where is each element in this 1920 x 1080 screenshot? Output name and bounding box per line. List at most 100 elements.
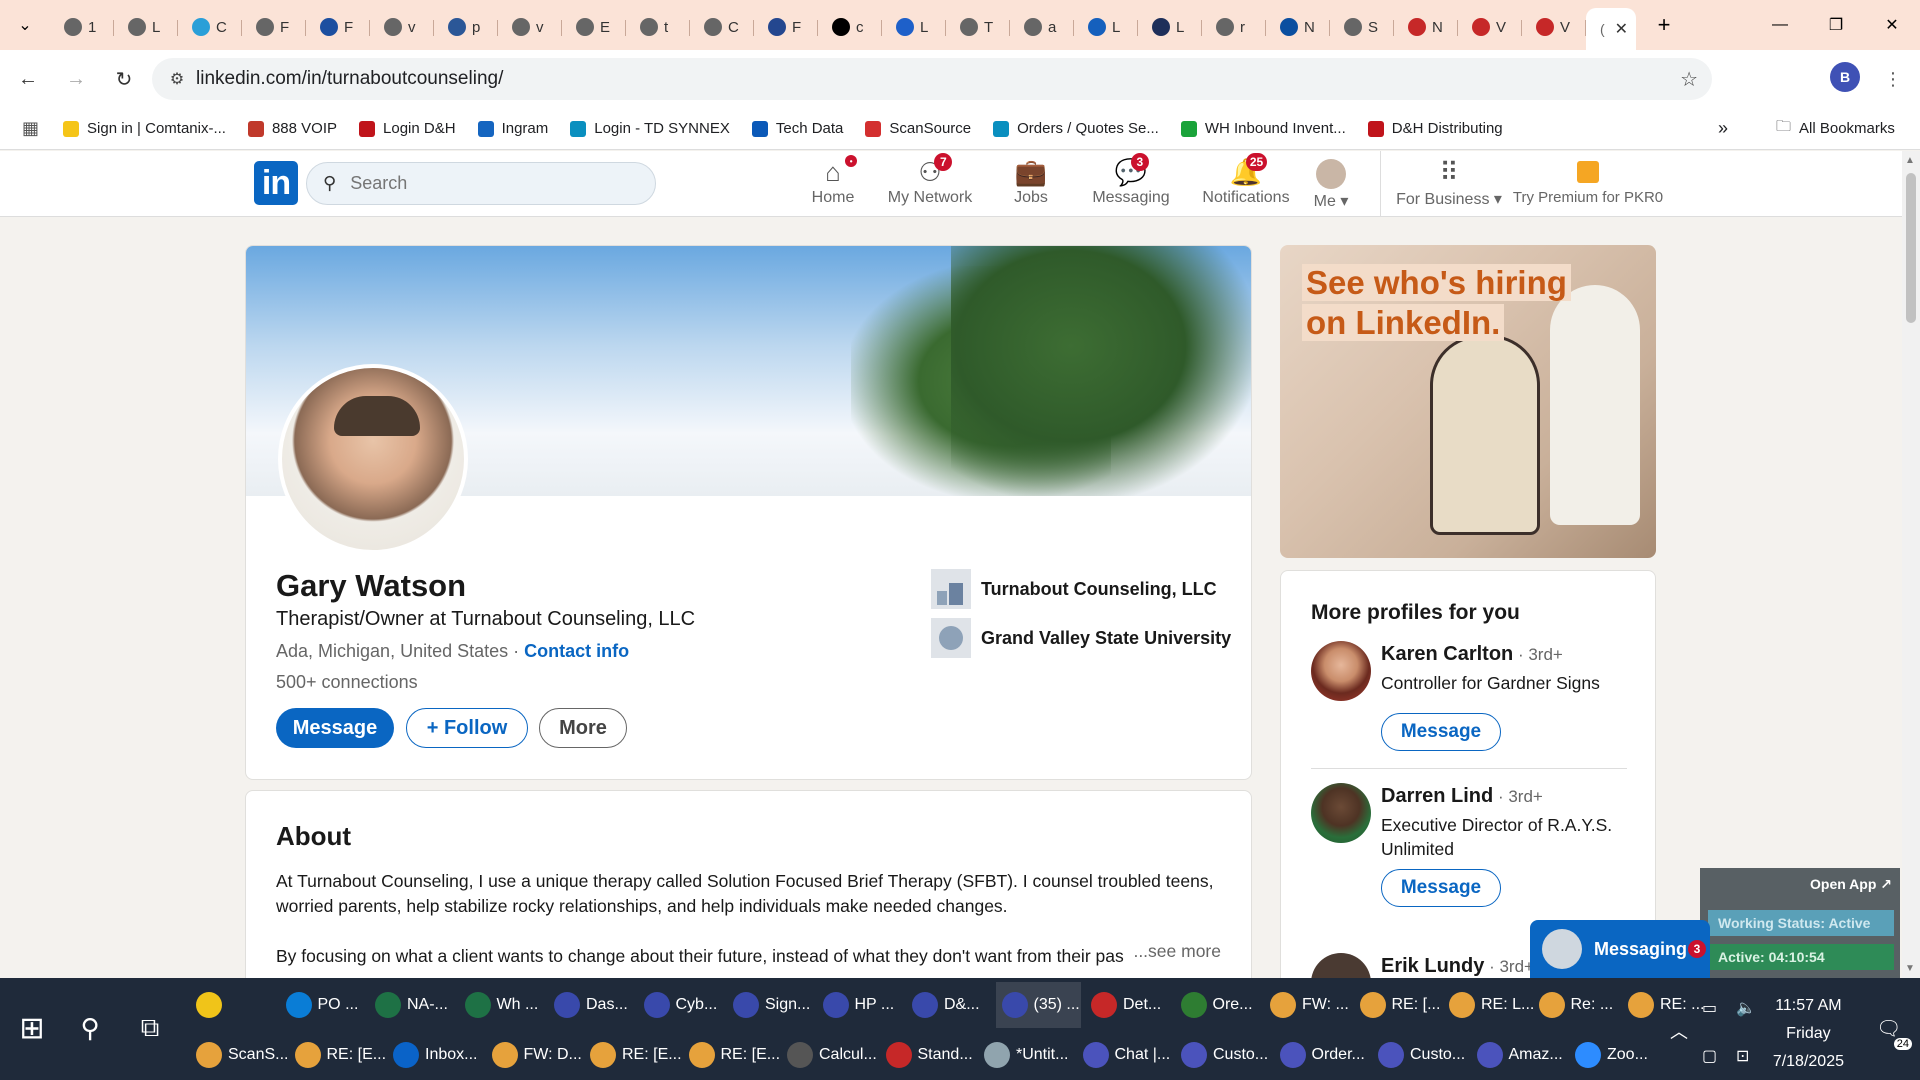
browser-tab[interactable]: V: [1522, 10, 1586, 44]
browser-tab[interactable]: L: [1138, 10, 1202, 44]
bookmark-item[interactable]: Login - TD SYNNEX: [570, 120, 730, 137]
omnibox[interactable]: ⚙ linkedin.com/in/turnaboutcounseling/ ☆: [152, 58, 1712, 100]
browser-tab[interactable]: E: [562, 10, 626, 44]
taskbar-app[interactable]: Zoo...: [1569, 1032, 1664, 1078]
taskbar-app[interactable]: *Untit...: [978, 1032, 1073, 1078]
suggestion-name[interactable]: Darren Lind: [1381, 785, 1493, 807]
new-tab-button[interactable]: +: [1644, 12, 1684, 38]
bookmark-item[interactable]: ScanSource: [865, 120, 971, 137]
browser-tab[interactable]: a: [1010, 10, 1074, 44]
hiring-ad-banner[interactable]: See who's hiring on LinkedIn.: [1280, 245, 1656, 558]
nav-my-network[interactable]: ⚇ 7 My Network: [880, 153, 980, 213]
close-tab-icon[interactable]: ✕: [1615, 19, 1628, 39]
nav-premium[interactable]: Try Premium for PKR0: [1512, 157, 1664, 213]
maximize-button[interactable]: ❐: [1808, 0, 1864, 50]
browser-tab[interactable]: V: [1458, 10, 1522, 44]
scroll-up-arrow[interactable]: ▲: [1905, 155, 1915, 166]
taskbar-app[interactable]: Chat |...: [1077, 1032, 1172, 1078]
browser-tab[interactable]: N: [1394, 10, 1458, 44]
suggestion-message-button[interactable]: Message: [1381, 869, 1501, 907]
more-button[interactable]: More: [539, 708, 627, 748]
taskbar-app[interactable]: NA-...: [369, 982, 455, 1028]
taskbar-app[interactable]: HP ...: [817, 982, 903, 1028]
task-view-icon[interactable]: ⧉: [130, 1008, 170, 1048]
taskbar-app[interactable]: Das...: [548, 982, 634, 1028]
browser-tab[interactable]: F: [306, 10, 370, 44]
taskbar-app[interactable]: Order...: [1274, 1032, 1369, 1078]
browser-tab[interactable]: p: [434, 10, 498, 44]
follow-button[interactable]: + Follow: [406, 708, 528, 748]
messaging-overlay-bar[interactable]: Messaging 3: [1530, 920, 1710, 978]
all-bookmarks-folder[interactable]: 🗀 All Bookmarks: [1776, 116, 1895, 141]
taskbar-app[interactable]: D&...: [906, 982, 992, 1028]
nav-notifications[interactable]: 🔔 25 Notifications: [1186, 153, 1306, 213]
open-app-link[interactable]: Open App ↗: [1810, 876, 1892, 893]
taskbar-app[interactable]: RE: [E...: [584, 1032, 682, 1078]
close-window-button[interactable]: ✕: [1864, 0, 1920, 50]
browser-tab[interactable]: F: [754, 10, 818, 44]
bookmark-item[interactable]: WH Inbound Invent...: [1180, 120, 1346, 137]
search-input[interactable]: [350, 173, 611, 194]
taskbar-app[interactable]: Ore...: [1175, 982, 1261, 1028]
current-company[interactable]: Turnabout Counseling, LLC: [931, 569, 1217, 609]
show-hidden-icons[interactable]: ︿: [1670, 1018, 1688, 1044]
forward-button[interactable]: →: [56, 59, 96, 99]
nav-for-business[interactable]: ⠿ For Business ▾: [1394, 157, 1504, 213]
back-button[interactable]: ←: [8, 59, 48, 99]
browser-tab[interactable]: F: [242, 10, 306, 44]
windows-start-button[interactable]: ⊞: [12, 1008, 52, 1048]
bookmark-item[interactable]: D&H Distributing: [1367, 120, 1503, 137]
site-info-icon[interactable]: ⚙: [162, 69, 192, 89]
education-school[interactable]: Grand Valley State University: [931, 618, 1231, 658]
browser-tab[interactable]: t: [626, 10, 690, 44]
profile-avatar[interactable]: B: [1830, 62, 1860, 92]
minimize-button[interactable]: —: [1752, 0, 1808, 50]
taskbar-app[interactable]: Amaz...: [1471, 1032, 1566, 1078]
browser-tab[interactable]: T: [946, 10, 1010, 44]
apps-grid-icon[interactable]: ▦: [22, 118, 39, 139]
taskbar-app[interactable]: Stand...: [880, 1032, 975, 1078]
browser-tab[interactable]: r: [1202, 10, 1266, 44]
reload-button[interactable]: ↻: [104, 59, 144, 99]
see-more-link[interactable]: ...see more: [1125, 941, 1221, 962]
battery-icon[interactable]: ▭: [1702, 998, 1717, 1018]
browser-tab[interactable]: v: [498, 10, 562, 44]
contact-info-link[interactable]: Contact info: [524, 641, 629, 661]
taskbar-app[interactable]: ScanS...: [190, 1032, 288, 1078]
network-icon[interactable]: ▢: [1702, 1046, 1717, 1066]
nav-messaging[interactable]: 💬 3 Messaging: [1088, 153, 1174, 213]
browser-tab[interactable]: N: [1266, 10, 1330, 44]
browser-tab[interactable]: L: [1074, 10, 1138, 44]
browser-tab[interactable]: L: [114, 10, 178, 44]
nav-home[interactable]: ⌂ • Home: [803, 155, 863, 213]
bookmark-item[interactable]: Ingram: [477, 120, 548, 137]
notification-center-icon[interactable]: 🗨 24: [1876, 1016, 1912, 1050]
display-icon[interactable]: ⊡: [1736, 1046, 1749, 1066]
scrollbar-thumb[interactable]: [1906, 173, 1916, 323]
connections-count[interactable]: 500+ connections: [276, 672, 418, 693]
taskbar-app[interactable]: RE: [E...: [289, 1032, 386, 1078]
search-box[interactable]: ⚲: [306, 162, 656, 205]
search-icon[interactable]: ⚲: [70, 1008, 110, 1048]
taskbar-app[interactable]: Custo...: [1372, 1032, 1467, 1078]
bookmark-item[interactable]: Login D&H: [359, 120, 456, 137]
taskbar-app[interactable]: Sign...: [727, 982, 813, 1028]
taskbar-app[interactable]: [190, 982, 276, 1028]
browser-tab[interactable]: 1: [50, 10, 114, 44]
taskbar-app[interactable]: FW: D...: [486, 1032, 582, 1078]
taskbar-app[interactable]: PO ...: [280, 982, 366, 1028]
system-clock[interactable]: 11:57 AM Friday 7/18/2025: [1773, 992, 1844, 1076]
taskbar-app[interactable]: Custo...: [1175, 1032, 1270, 1078]
browser-tab[interactable]: C: [690, 10, 754, 44]
bookmark-item[interactable]: Sign in | Comtanix-...: [63, 120, 226, 137]
taskbar-app[interactable]: FW: ...: [1264, 982, 1350, 1028]
browser-tab[interactable]: C: [178, 10, 242, 44]
nav-jobs[interactable]: 💼 Jobs: [1006, 157, 1056, 213]
bookmark-star-icon[interactable]: ☆: [1680, 67, 1698, 92]
suggestion-avatar[interactable]: [1311, 641, 1371, 701]
suggestion-message-button[interactable]: Message: [1381, 713, 1501, 751]
url-text[interactable]: linkedin.com/in/turnaboutcounseling/: [196, 68, 503, 90]
taskbar-app[interactable]: RE: [E...: [683, 1032, 780, 1078]
page-scrollbar[interactable]: ▲ ▼: [1902, 151, 1920, 978]
tab-search-button[interactable]: ⌄: [0, 0, 50, 50]
